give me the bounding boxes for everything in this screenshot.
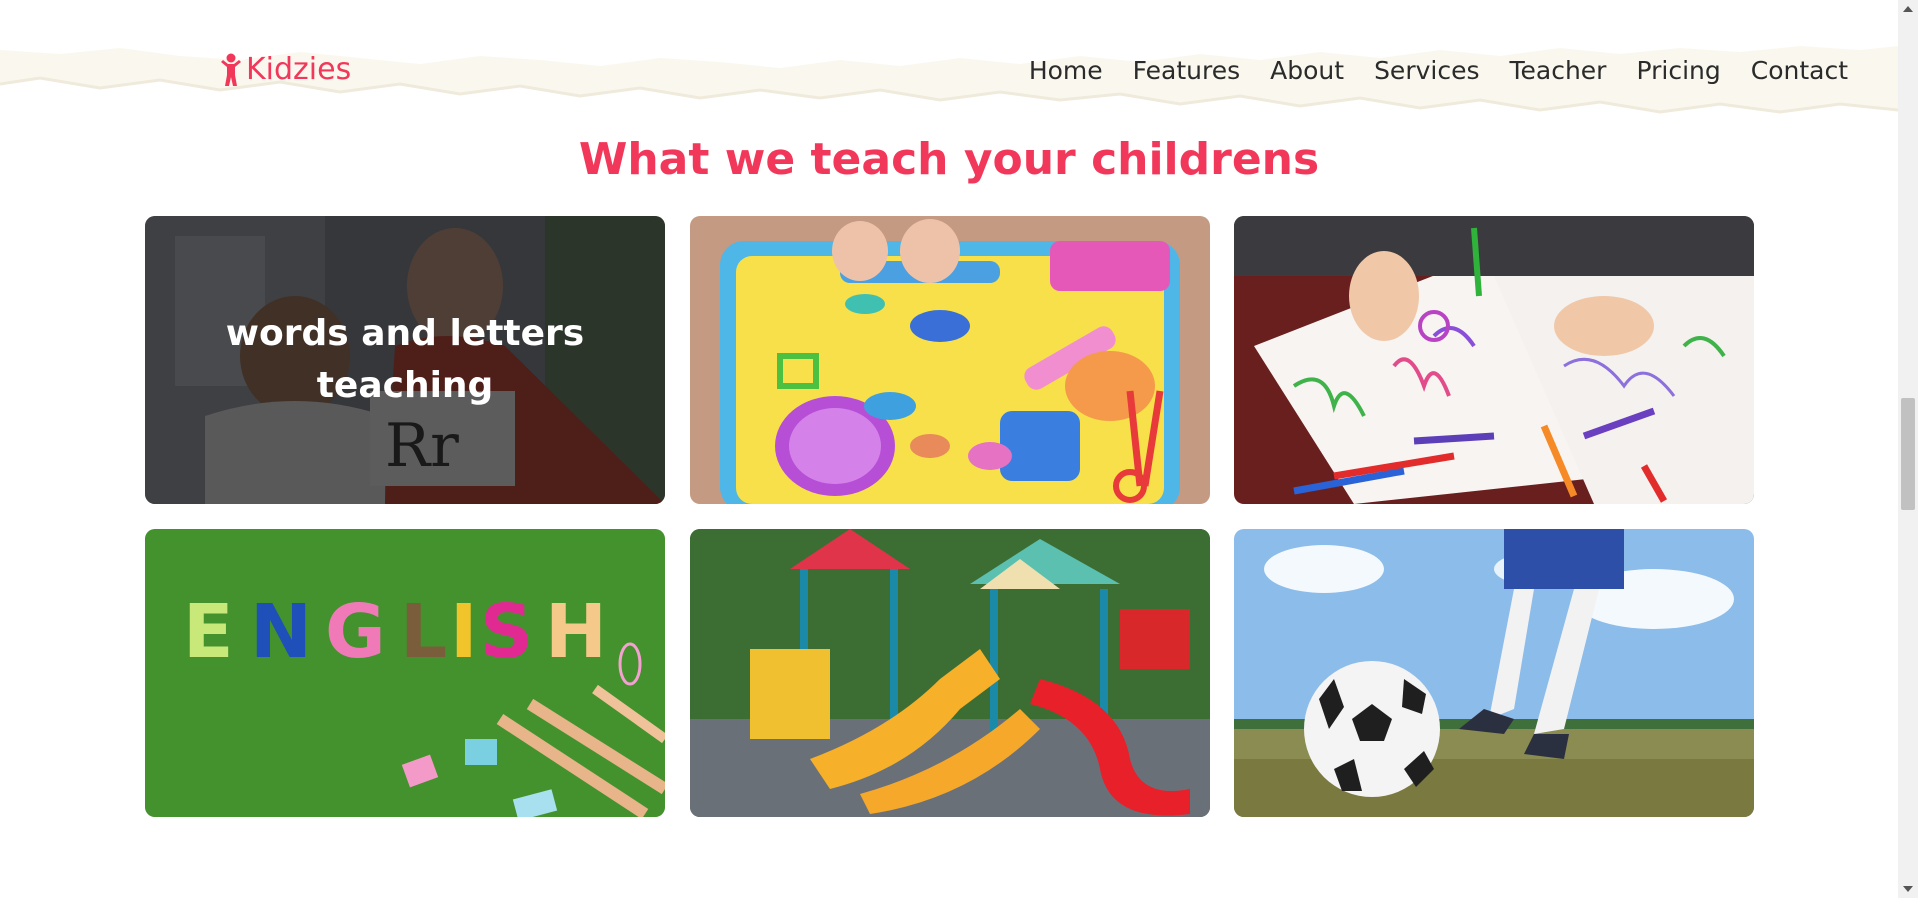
- scrollbar-thumb[interactable]: [1901, 398, 1915, 510]
- brand-name: Kidzies: [246, 52, 352, 87]
- svg-text:H: H: [545, 589, 607, 675]
- svg-text:L: L: [400, 589, 447, 675]
- card-play-dough[interactable]: [690, 216, 1210, 504]
- playground-slides-photo: [690, 529, 1210, 817]
- nav-item-teacher[interactable]: Teacher: [1509, 56, 1606, 85]
- page-scrollbar[interactable]: [1898, 0, 1918, 898]
- card-caption: words and letters teaching: [225, 313, 585, 406]
- nav-item-pricing[interactable]: Pricing: [1636, 56, 1720, 85]
- nav-item-about[interactable]: About: [1270, 56, 1344, 85]
- svg-text:N: N: [250, 589, 312, 675]
- scroll-down-arrow-icon[interactable]: [1903, 886, 1913, 892]
- nav-item-features[interactable]: Features: [1133, 56, 1241, 85]
- nav-item-home[interactable]: Home: [1029, 56, 1103, 85]
- english-letters-on-grass-photo: E N G L I S H: [145, 529, 665, 817]
- brand-logo[interactable]: Kidzies: [218, 52, 351, 87]
- scroll-up-arrow-icon[interactable]: [1903, 6, 1913, 12]
- child-figure-icon: [221, 53, 241, 86]
- nav-item-contact[interactable]: Contact: [1751, 56, 1848, 85]
- section-title: What we teach your childrens: [578, 134, 1320, 185]
- main-nav: Home Features About Services Teacher Pri…: [1029, 56, 1848, 85]
- children-drawing-photo: [1234, 216, 1754, 504]
- svg-text:S: S: [480, 589, 533, 675]
- card-soccer[interactable]: [1234, 529, 1754, 817]
- child-kicking-soccer-ball-photo: [1234, 529, 1754, 817]
- svg-text:I: I: [450, 589, 478, 675]
- play-dough-tray-photo: [690, 216, 1210, 504]
- card-words-and-letters[interactable]: Rr words and letters teaching: [145, 216, 665, 504]
- card-drawing[interactable]: [1234, 216, 1754, 504]
- card-playground[interactable]: [690, 529, 1210, 817]
- card-english[interactable]: E N G L I S H: [145, 529, 665, 817]
- svg-text:G: G: [325, 589, 386, 675]
- card-overlay: words and letters teaching: [145, 216, 665, 504]
- nav-item-services[interactable]: Services: [1374, 56, 1479, 85]
- svg-text:E: E: [183, 589, 234, 675]
